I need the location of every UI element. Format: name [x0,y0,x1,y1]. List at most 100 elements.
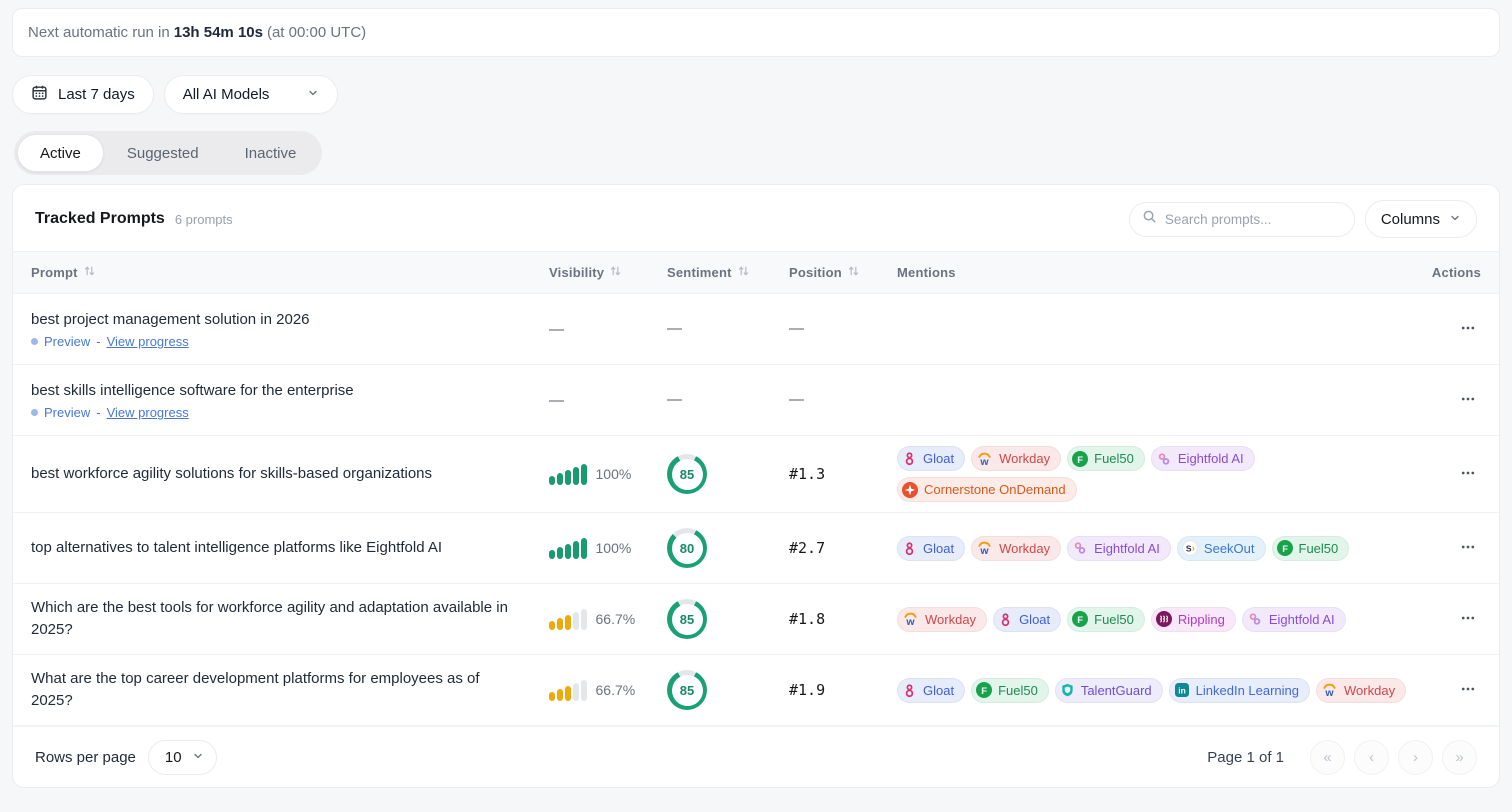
mention-badge-linkedin-learning[interactable]: inLinkedIn Learning [1169,678,1310,703]
cornerstone-icon [902,482,918,498]
sort-icon[interactable] [83,265,96,280]
visibility-bar [549,550,555,559]
preview-label: Preview [44,334,90,349]
actions-cell [1431,534,1481,563]
mention-badge-workday[interactable]: wWorkday [971,536,1061,561]
tab-suggested[interactable]: Suggested [104,134,222,172]
sort-icon[interactable] [847,265,860,280]
svg-text:w: w [905,616,915,627]
seekout-icon: S› [1182,540,1198,556]
eightfold-icon [1156,451,1172,467]
previous-page-button[interactable]: ‹ [1354,740,1389,775]
last-page-button[interactable]: » [1442,740,1477,775]
visibility-percent: 66.7% [596,611,636,627]
ai-models-select[interactable]: All AI Models [164,75,339,114]
mention-badge-fuel50[interactable]: FFuel50 [1272,536,1350,561]
column-header-position[interactable]: Position [789,265,897,280]
row-actions-button[interactable] [1455,315,1481,344]
column-header-actions: Actions [1431,265,1481,280]
table-body: best project management solution in 2026… [13,294,1499,726]
mention-badge-eightfold-ai[interactable]: Eightfold AI [1151,446,1255,471]
sentiment-value: 80 [667,528,707,568]
column-header-label: Actions [1432,265,1481,280]
sort-icon[interactable] [737,265,750,280]
visibility-bar [573,612,579,630]
visibility-percent: 100% [596,540,632,556]
mention-badge-talentguard[interactable]: TalentGuard [1055,678,1163,703]
mention-badge-fuel50[interactable]: FFuel50 [1067,607,1145,632]
mention-badge-eightfold-ai[interactable]: Eightfold AI [1067,536,1171,561]
column-header-prompt[interactable]: Prompt [31,265,549,280]
first-page-button[interactable]: « [1310,740,1345,775]
mention-badge-eightfold-ai[interactable]: Eightfold AI [1242,607,1346,632]
preview-dot-icon [31,409,38,416]
row-actions-button[interactable] [1455,386,1481,415]
mention-label: Fuel50 [1094,451,1134,466]
preview-separator: - [96,334,100,349]
mention-label: Workday [925,612,976,627]
sentiment-cell: 85 [667,670,789,710]
empty-value: — [667,391,682,408]
next-page-button[interactable]: › [1398,740,1433,775]
mention-badge-rippling[interactable]: Rippling [1151,607,1236,632]
visibility-cell: — [549,392,667,409]
row-actions-button[interactable] [1455,605,1481,634]
fuel50-icon: F [1072,611,1088,627]
mention-badge-workday[interactable]: w Workday [897,607,987,632]
svg-text:in: in [1178,686,1186,696]
sort-icon[interactable] [609,265,622,280]
tab-inactive[interactable]: Inactive [222,134,320,172]
talentguard-icon [1060,682,1075,698]
mention-badge-seekout[interactable]: S›SeekOut [1177,536,1266,561]
actions-cell [1431,605,1481,634]
pagination: « ‹ › » [1310,740,1477,775]
preview-status: Preview-View progress [31,334,525,349]
next-run-prefix: Next automatic run in [28,24,170,41]
visibility-cell: 100% [549,464,667,485]
rows-per-page-select[interactable]: 10 [148,740,217,775]
mention-label: Eightfold AI [1178,451,1244,466]
search-box[interactable] [1129,202,1355,237]
table-header-row: PromptVisibilitySentimentPositionMention… [13,251,1499,294]
mention-badge-workday[interactable]: wWorkday [971,446,1061,471]
sentiment-gauge: 85 [667,454,707,494]
column-header-sentiment[interactable]: Sentiment [667,265,789,280]
empty-value: — [549,321,564,338]
column-header-visibility[interactable]: Visibility [549,265,667,280]
mention-badge-fuel50[interactable]: FFuel50 [1067,446,1145,471]
preview-status: Preview-View progress [31,405,525,420]
mention-badge-gloat[interactable]: Gloat [897,678,965,703]
view-progress-link[interactable]: View progress [107,405,189,420]
columns-button[interactable]: Columns [1365,200,1477,238]
workday-icon: w [976,451,993,467]
mention-badge-gloat[interactable]: Gloat [897,536,965,561]
date-range-label: Last 7 days [58,86,135,103]
row-actions-button[interactable] [1455,534,1481,563]
mention-badge-gloat[interactable]: Gloat [993,607,1061,632]
visibility-bar [557,547,563,559]
sentiment-gauge: 85 [667,599,707,639]
mentions-cell: GloatwWorkdayEightfold AIS›SeekOutFFuel5… [897,526,1431,571]
date-range-button[interactable]: Last 7 days [12,75,154,114]
position-cell: #1.8 [789,610,897,628]
visibility-bar [581,680,587,701]
visibility-bar [565,544,571,559]
visibility-cell: — [549,321,667,338]
svg-text:w: w [979,456,989,467]
mention-badge-cornerstone-ondemand[interactable]: Cornerstone OnDemand [897,477,1077,502]
tab-active[interactable]: Active [17,134,104,172]
prompt-cell: What are the top career development plat… [31,656,549,724]
actions-cell [1431,676,1481,705]
row-actions-button[interactable] [1455,676,1481,705]
tracked-prompts-card: Tracked Prompts 6 prompts Columns Prompt… [12,184,1500,788]
table-row: best workforce agility solutions for ski… [13,436,1499,513]
svg-text:F: F [1282,544,1288,555]
status-tabs: ActiveSuggestedInactive [14,131,322,175]
mention-badge-fuel50[interactable]: FFuel50 [971,678,1049,703]
search-input[interactable] [1165,212,1342,227]
row-actions-button[interactable] [1455,460,1481,489]
mention-badge-gloat[interactable]: Gloat [897,446,965,471]
mention-badge-workday[interactable]: wWorkday [1316,678,1406,703]
workday-icon: w [976,540,993,556]
view-progress-link[interactable]: View progress [107,334,189,349]
